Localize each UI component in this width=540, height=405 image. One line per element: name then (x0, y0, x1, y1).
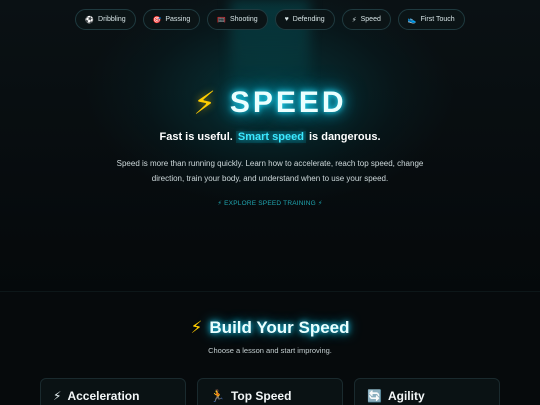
lesson-card-acceleration[interactable]: ⚡ Acceleration (40, 378, 186, 405)
hero-description: Speed is more than running quickly. Lear… (116, 159, 424, 183)
section-title-text: Build Your Speed (209, 318, 350, 337)
lesson-card-label: Agility (387, 389, 425, 403)
lightning-icon: ⚡ (193, 85, 216, 121)
nav-label: Dribbling (98, 16, 126, 23)
nav-pill-first-touch[interactable]: 👟 First Touch (397, 9, 465, 30)
section-subtitle: Choose a lesson and start improving. (208, 346, 332, 355)
nav-pill-dribbling[interactable]: ⚽ Dribbling (75, 9, 136, 30)
nav-pill-shooting[interactable]: 🥅 Shooting (207, 9, 268, 30)
section-title: ⚡ Build Your Speed (0, 318, 540, 338)
nav-label: Speed (360, 16, 381, 23)
rotate-arrows-icon: 🔄 (367, 389, 382, 403)
skill-nav: ⚽ Dribbling 🎯 Passing 🥅 Shooting ♥ Defen… (0, 9, 540, 30)
page-title-text: SPEED (229, 86, 347, 119)
tagline-highlight: Smart speed (235, 131, 306, 143)
heart-icon: ♥ (284, 16, 289, 23)
nav-pill-passing[interactable]: 🎯 Passing (142, 9, 201, 30)
runner-icon: 🏃 (210, 389, 225, 403)
lightning-icon: ⚡ (190, 318, 203, 337)
nav-label: Passing (165, 16, 191, 23)
lesson-card-label: Top Speed (230, 389, 292, 403)
nav-label: Shooting (229, 16, 258, 23)
page-title: ⚡ SPEED (0, 84, 540, 122)
tagline-part-b: is dangerous. (305, 131, 381, 143)
lightning-icon: ⚡ (351, 16, 357, 24)
explore-speed-training-link[interactable]: ⚡ EXPLORE SPEED TRAINING ⚡ (0, 199, 540, 207)
nav-label: Defending (292, 16, 325, 23)
hero-tagline: Fast is useful. Smart speed is dangerous… (0, 131, 540, 143)
goal-net-icon: 🥅 (217, 16, 226, 24)
hero-section (0, 0, 540, 292)
lesson-card-top-speed[interactable]: 🏃 Top Speed (197, 378, 343, 405)
nav-label: First Touch (420, 16, 455, 23)
soccer-ball-icon: ⚽ (85, 16, 95, 24)
lesson-card-label: Acceleration (67, 389, 140, 403)
lesson-card-agility[interactable]: 🔄 Agility (354, 378, 500, 405)
lightning-icon: ⚡ (53, 389, 62, 403)
lesson-cards: ⚡ Acceleration 🏃 Top Speed 🔄 Agility (40, 378, 500, 405)
nav-pill-defending[interactable]: ♥ Defending (274, 9, 335, 30)
shoe-icon: 👟 (407, 16, 417, 24)
nav-pill-speed[interactable]: ⚡ Speed (341, 9, 391, 30)
target-icon: 🎯 (152, 16, 162, 24)
tagline-part-a: Fast is useful. (159, 131, 236, 143)
